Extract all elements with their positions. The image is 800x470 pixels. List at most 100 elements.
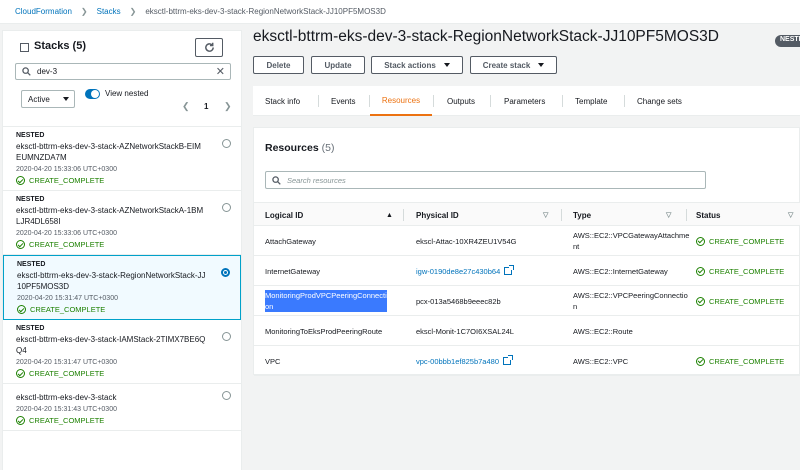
stack-status: CREATE_COMPLETE xyxy=(16,416,229,425)
logical-id-cell: InternetGateway xyxy=(265,266,321,276)
physical-id-link[interactable]: igw-0190de8e27c430b64 xyxy=(416,266,500,277)
tab-template[interactable]: Template xyxy=(575,86,607,116)
resources-search-input[interactable]: Search resources xyxy=(265,171,706,189)
resources-table: Logical ID ▲ Physical ID ▽ Type ▽ Status… xyxy=(254,202,800,376)
stack-radio[interactable] xyxy=(222,332,231,341)
logical-id-cell: MonitoringProdVPCPeeringConnection xyxy=(265,290,387,312)
stack-date: 2020-04-20 15:31:47 UTC+0300 xyxy=(16,359,117,366)
check-circle-icon xyxy=(696,296,705,306)
breadcrumb-current: eksctl-bttrm-eks-dev-3-stack-RegionNetwo… xyxy=(145,7,386,16)
col-physical-id[interactable]: Physical ID ▽ xyxy=(416,203,562,227)
stack-status: CREATE_COMPLETE xyxy=(16,176,229,185)
status-cell: CREATE_COMPLETE xyxy=(696,226,784,256)
check-circle-icon xyxy=(696,356,705,366)
physical-id-cell: ekscl-Monit-1C7OI6XSAL24L xyxy=(416,326,514,336)
nested-tag: NESTED xyxy=(16,325,45,332)
collapse-panel-icon[interactable] xyxy=(20,43,29,52)
external-link-icon[interactable] xyxy=(503,355,513,365)
breadcrumb-stacks[interactable]: Stacks xyxy=(97,7,121,16)
search-value: dev-3 xyxy=(37,67,58,76)
stack-status: CREATE_COMPLETE xyxy=(17,305,228,314)
physical-id-link[interactable]: vpc-00bbb1ef825b7a480 xyxy=(416,356,499,367)
check-circle-icon xyxy=(696,266,705,276)
stack-radio[interactable] xyxy=(222,139,231,148)
col-status[interactable]: Status ▽ xyxy=(696,203,800,227)
delete-button[interactable]: Delete xyxy=(253,56,304,74)
stack-date: 2020-04-20 15:33:06 UTC+0300 xyxy=(16,230,117,237)
status-cell: CREATE_COMPLETE xyxy=(696,346,784,376)
sort-asc-icon[interactable]: ▲ xyxy=(386,212,393,219)
nested-badge: NESTED xyxy=(775,35,800,47)
physical-id-cell: ekscl-Attac-10XR4ZEU1V54G xyxy=(416,236,517,246)
status-cell: CREATE_COMPLETE xyxy=(696,256,784,286)
external-link-icon[interactable] xyxy=(504,265,515,275)
table-row: MonitoringProdVPCPeeringConnection pcx-01… xyxy=(254,286,800,316)
stack-name: eksctl-bttrm-eks-dev-3-stack-IAMStack-2T… xyxy=(16,335,206,355)
check-circle-icon xyxy=(17,305,26,314)
check-circle-icon xyxy=(16,176,25,185)
stack-search-input[interactable]: dev-3 ✕ xyxy=(15,63,231,80)
stacks-panel-header: Stacks (5) dev-3 ✕ Active View nested xyxy=(3,31,241,127)
tab-events[interactable]: Events xyxy=(331,86,355,116)
stack-actions-button[interactable]: Stack actions xyxy=(371,56,463,74)
nested-tag: NESTED xyxy=(17,261,46,268)
tab-outputs[interactable]: Outputs xyxy=(447,86,475,116)
col-logical-id[interactable]: Logical ID ▲ xyxy=(265,203,404,227)
check-circle-icon xyxy=(16,369,25,378)
search-icon xyxy=(272,175,281,185)
search-placeholder: Search resources xyxy=(287,175,346,185)
stack-status: CREATE_COMPLETE xyxy=(16,369,229,378)
stack-radio[interactable] xyxy=(222,391,231,400)
refresh-button[interactable] xyxy=(195,38,223,57)
sort-icon[interactable]: ▽ xyxy=(666,211,671,219)
view-nested-toggle[interactable] xyxy=(85,89,100,99)
table-row: AttachGateway ekscl-Attac-10XR4ZEU1V54G AW… xyxy=(254,226,800,256)
stack-list-item[interactable]: NESTED eksctl-bttrm-eks-dev-3-stack-AZNet… xyxy=(3,127,241,191)
stack-radio[interactable] xyxy=(221,268,230,277)
stack-radio[interactable] xyxy=(222,203,231,212)
prev-page-icon[interactable]: ❮ xyxy=(182,101,190,112)
caret-down-icon xyxy=(443,63,450,67)
stack-name: eksctl-bttrm-eks-dev-3-stack-RegionNetwo… xyxy=(17,271,206,291)
tab-change-sets[interactable]: Change sets xyxy=(637,86,682,116)
nested-tag: NESTED xyxy=(16,132,45,139)
refresh-icon xyxy=(204,42,214,52)
stack-list-item[interactable]: NESTED eksctl-bttrm-eks-dev-3-stack-Regio… xyxy=(3,255,241,320)
physical-id-cell: vpc-00bbb1ef825b7a480 xyxy=(416,346,513,376)
stack-list-item[interactable]: eksctl-bttrm-eks-dev-3-stack 2020-04-20 1… xyxy=(3,384,241,431)
stack-name: eksctl-bttrm-eks-dev-3-stack-AZNetworkSt… xyxy=(16,206,204,226)
status-filter-select[interactable]: Active xyxy=(21,90,75,108)
stack-list-item[interactable]: NESTED eksctl-bttrm-eks-dev-3-stack-IAMSt… xyxy=(3,320,241,384)
tab-resources[interactable]: Resources xyxy=(370,86,432,116)
sort-icon[interactable]: ▽ xyxy=(543,211,548,219)
stack-list: NESTED eksctl-bttrm-eks-dev-3-stack-AZNet… xyxy=(3,127,241,431)
breadcrumb: CloudFormation ❯ Stacks ❯ eksctl-bttrm-e… xyxy=(0,0,800,24)
view-nested-label: View nested xyxy=(105,89,149,98)
logical-id-cell: AttachGateway xyxy=(265,236,316,246)
stacks-title: Stacks (5) xyxy=(34,40,86,52)
sort-icon[interactable]: ▽ xyxy=(788,211,793,219)
table-header: Logical ID ▲ Physical ID ▽ Type ▽ Status… xyxy=(254,202,800,226)
check-circle-icon xyxy=(16,416,25,425)
table-row: MonitoringToEksProdPeeringRoute ekscl-Mon… xyxy=(254,316,800,346)
update-button[interactable]: Update xyxy=(311,56,365,74)
tabs-bar: Stack info Events Resources Outputs Para… xyxy=(253,86,800,116)
stack-name: eksctl-bttrm-eks-dev-3-stack-AZNetworkSt… xyxy=(16,142,201,162)
next-page-icon[interactable]: ❯ xyxy=(224,101,232,112)
logical-id-cell: VPC xyxy=(265,356,281,366)
clear-icon[interactable]: ✕ xyxy=(216,65,225,78)
type-cell: AWS::EC2::InternetGateway xyxy=(573,266,668,276)
type-cell: AWS::EC2::Route xyxy=(573,326,633,336)
stack-list-item[interactable]: NESTED eksctl-bttrm-eks-dev-3-stack-AZNet… xyxy=(3,191,241,255)
stack-date: 2020-04-20 15:33:06 UTC+0300 xyxy=(16,166,117,173)
type-cell: AWS::EC2::VPCGatewayAttachment xyxy=(573,231,690,251)
table-row: InternetGateway igw-0190de8e27c430b64 AWS:… xyxy=(254,256,800,286)
create-stack-button[interactable]: Create stack xyxy=(470,56,557,74)
status-filter-value: Active xyxy=(28,94,50,104)
col-type[interactable]: Type ▽ xyxy=(573,203,687,227)
tab-parameters[interactable]: Parameters xyxy=(504,86,545,116)
stacks-panel: Stacks (5) dev-3 ✕ Active View nested ❮ … xyxy=(2,30,242,470)
breadcrumb-cloudformation[interactable]: CloudFormation xyxy=(15,7,72,16)
page-number[interactable]: 1 xyxy=(204,102,208,111)
tab-stack-info[interactable]: Stack info xyxy=(265,86,300,116)
